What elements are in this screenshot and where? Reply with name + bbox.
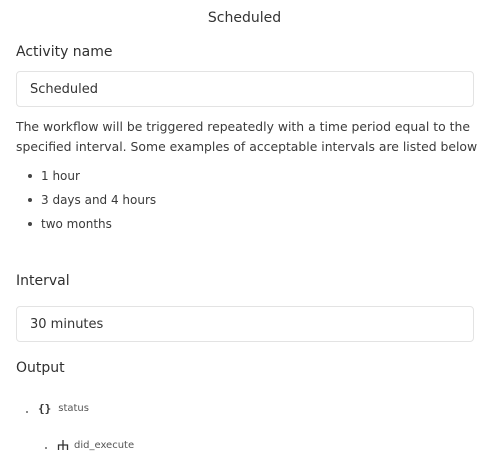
output-tree-item-status[interactable]: {} status bbox=[26, 402, 89, 415]
output-field-name: status bbox=[58, 403, 89, 414]
bullet-dot bbox=[28, 197, 32, 202]
activity-name-input[interactable] bbox=[16, 71, 474, 107]
bullet-dot bbox=[28, 173, 32, 178]
interval-description: The workflow will be triggered repeatedl… bbox=[16, 119, 478, 154]
bullet-dot bbox=[28, 221, 32, 226]
example-text: two months bbox=[41, 217, 112, 231]
panel-title: Scheduled bbox=[207, 10, 282, 26]
example-text: 3 days and 4 hours bbox=[41, 193, 157, 207]
example-text: 1 hour bbox=[41, 169, 80, 183]
list-item: two months bbox=[28, 214, 156, 238]
activity-name-label: Activity name bbox=[16, 44, 113, 60]
output-label: Output bbox=[16, 360, 65, 376]
branch-icon bbox=[57, 440, 69, 450]
list-item: 1 hour bbox=[28, 166, 156, 190]
output-tree-item-did-execute[interactable]: did_execute bbox=[45, 439, 134, 451]
list-item: 3 days and 4 hours bbox=[28, 190, 156, 214]
interval-input[interactable] bbox=[16, 306, 474, 342]
braces-icon: {} bbox=[38, 402, 52, 415]
output-field-name: did_execute bbox=[74, 439, 135, 451]
interval-examples-list: 1 hour 3 days and 4 hours two months bbox=[28, 166, 156, 238]
interval-label: Interval bbox=[16, 273, 70, 289]
tree-bullet bbox=[45, 447, 47, 449]
tree-bullet bbox=[26, 410, 28, 413]
scheduled-activity-panel: Scheduled Activity name The workflow wil… bbox=[0, 0, 489, 472]
